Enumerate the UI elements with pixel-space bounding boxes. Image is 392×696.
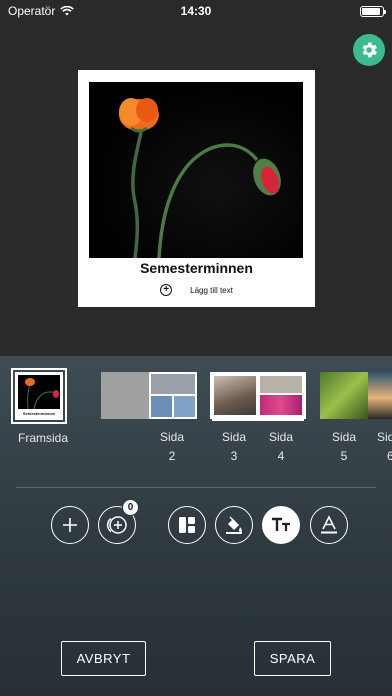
wifi-icon (60, 6, 75, 16)
text-size-icon (272, 517, 290, 531)
status-bar: Operatör 14:30 (0, 0, 392, 22)
add-text-label: Lägg till text (190, 285, 233, 295)
add-page-button[interactable] (51, 506, 89, 544)
layout-button[interactable] (168, 506, 206, 544)
add-circle-icon: + (160, 284, 173, 296)
add-text-button[interactable]: + Lägg till text (78, 284, 315, 296)
thumb-page-5 (320, 372, 368, 419)
poppy-image (119, 98, 281, 258)
thumb-page-3 (212, 374, 258, 421)
status-left: Operatör (8, 4, 75, 18)
thumb-label-3: Sida (221, 430, 247, 444)
clock: 14:30 (180, 4, 212, 18)
plus-icon (63, 518, 77, 532)
thumb-label-5: Sida (331, 430, 357, 444)
font-color-button[interactable] (310, 506, 348, 544)
photo-count-badge: 0 (122, 499, 139, 516)
text-size-button[interactable] (262, 506, 300, 544)
background-color-button[interactable] (215, 506, 253, 544)
thumb-photo (174, 396, 195, 417)
thumb-photo (151, 396, 172, 417)
thumb-page-blank (101, 372, 149, 419)
divider (16, 487, 376, 488)
thumb-num-5: 5 (340, 449, 348, 463)
thumb-photo (260, 395, 302, 415)
card-photo[interactable] (89, 82, 303, 258)
thumb-num-6: 6 (387, 449, 392, 463)
page-thumbnail-strip[interactable]: Semesterminnen Framsida Sida 2 Sida 3 Si… (0, 356, 392, 466)
add-photos-icon (106, 516, 127, 534)
card-preview[interactable]: Semesterminnen + Lägg till text (78, 70, 315, 307)
thumb-num-2: 2 (168, 449, 176, 463)
thumb-photo (214, 376, 256, 415)
settings-button[interactable] (353, 34, 385, 66)
paint-bucket-icon (226, 516, 242, 534)
thumb-page-6 (368, 372, 392, 419)
thumb-spread-2[interactable] (101, 372, 197, 419)
thumb-front-label: Framsida (18, 431, 69, 445)
thumb-photo (151, 374, 195, 394)
thumb-spread-3-4[interactable] (210, 372, 306, 421)
thumb-page-4 (258, 374, 304, 421)
carrier-text: Operatör (8, 4, 56, 18)
thumb-label-4: Sida (268, 430, 294, 444)
font-color-icon (321, 515, 337, 534)
thumb-spread-5-6[interactable] (320, 372, 392, 419)
cancel-button[interactable]: AVBRYT (61, 641, 146, 676)
card-title[interactable]: Semesterminnen (78, 260, 315, 276)
thumb-num-3: 3 (230, 449, 238, 463)
thumb-front-title: Semesterminnen (22, 411, 56, 416)
gear-icon (362, 42, 377, 58)
thumb-poppy-image (25, 378, 59, 409)
thumb-front[interactable]: Semesterminnen (11, 368, 67, 424)
battery-fill (362, 7, 380, 15)
thumb-label-2: Sida (159, 430, 185, 444)
thumb-front-photo (18, 375, 60, 409)
bottom-panel: Semesterminnen Framsida Sida 2 Sida 3 Si… (0, 356, 392, 696)
thumb-page-2 (149, 372, 197, 419)
layout-icon (179, 517, 195, 533)
thumb-photo (260, 376, 302, 393)
thumb-front-card: Semesterminnen (15, 372, 63, 420)
battery-icon (360, 5, 386, 17)
thumb-num-4: 4 (277, 449, 285, 463)
thumb-label-6: Sid (377, 430, 392, 444)
save-button[interactable]: SPARA (254, 641, 331, 676)
